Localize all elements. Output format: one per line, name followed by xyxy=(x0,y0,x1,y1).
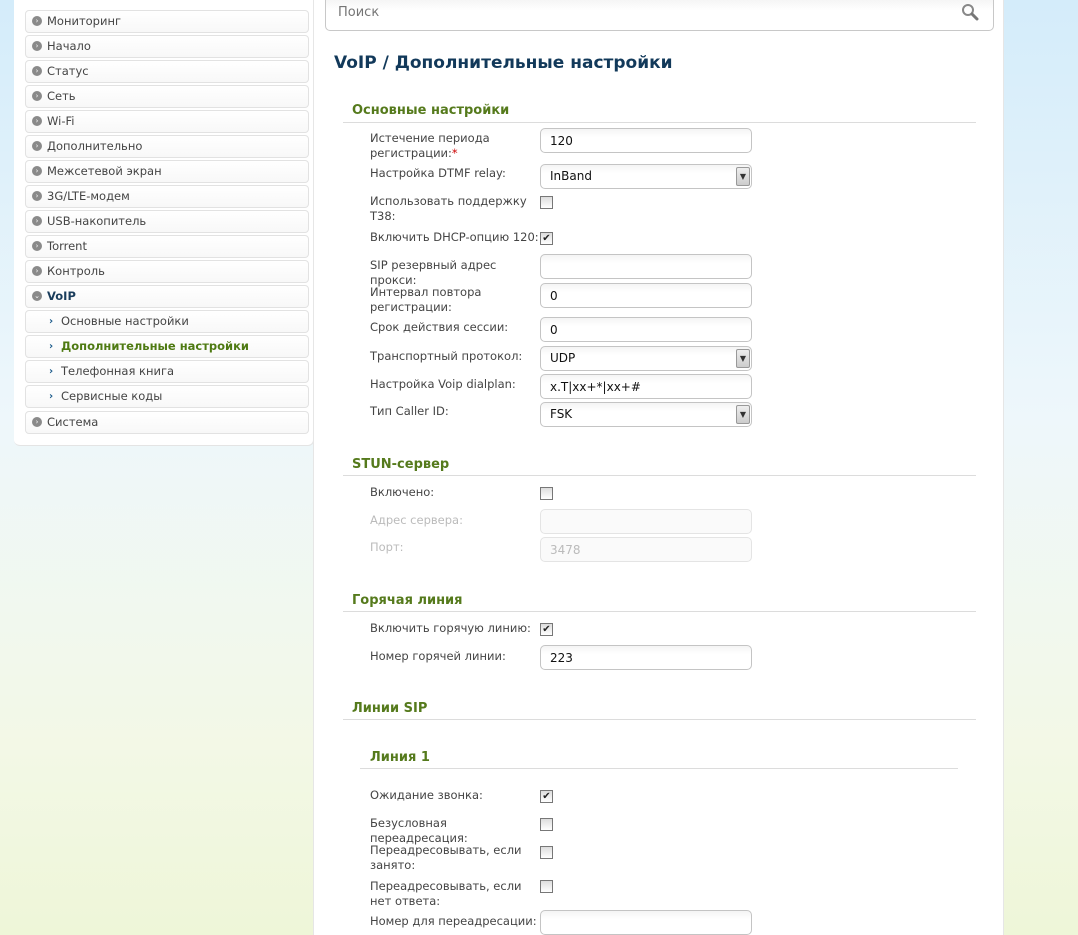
menu-item-control[interactable]: › Контроль xyxy=(25,260,309,283)
stun-address-input[interactable] xyxy=(540,509,752,534)
chevron-right-icon: › xyxy=(48,391,54,402)
chevron-right-icon: › xyxy=(32,417,42,427)
chevron-down-icon: ▼ xyxy=(736,349,750,368)
forward-busy-label: Переадресовывать, если занято: xyxy=(370,843,522,872)
divider xyxy=(360,768,958,769)
transport-label: Транспортный протокол: xyxy=(370,349,523,363)
menu-item-firewall[interactable]: › Межсетевой экран xyxy=(25,160,309,183)
chevron-right-icon: › xyxy=(32,166,42,176)
menu-item-voip[interactable]: ⌄ VoIP xyxy=(25,285,309,308)
search-box xyxy=(325,0,994,31)
chevron-right-icon: › xyxy=(32,241,42,251)
reg-expiry-input[interactable] xyxy=(540,128,752,153)
unconditional-forward-checkbox[interactable] xyxy=(540,818,553,831)
forward-noanswer-checkbox[interactable] xyxy=(540,880,553,893)
dialplan-input[interactable] xyxy=(540,374,752,399)
section-basic-heading: Основные настройки xyxy=(352,103,510,118)
dhcp120-checkbox[interactable]: ✔ xyxy=(540,232,553,245)
chevron-right-icon: › xyxy=(32,116,42,126)
stun-enabled-checkbox[interactable] xyxy=(540,487,553,500)
sip-proxy-label: SIP резервный адрес прокси: xyxy=(370,258,497,287)
reg-expiry-label: Истечение периода регистрации:* xyxy=(370,131,490,160)
chevron-right-icon: › xyxy=(32,66,42,76)
section-stun-heading: STUN-сервер xyxy=(352,457,450,472)
dhcp120-label: Включить DHCP-опцию 120: xyxy=(370,230,539,244)
section-hotline-heading: Горячая линия xyxy=(352,593,463,608)
menu-item-monitoring[interactable]: › Мониторинг xyxy=(25,10,309,33)
chevron-right-icon: › xyxy=(48,316,54,327)
search-icon[interactable] xyxy=(961,3,979,21)
hotline-number-input[interactable] xyxy=(540,645,752,670)
menu-item-modem[interactable]: › 3G/LTE-модем xyxy=(25,185,309,208)
dtmf-label: Настройка DTMF relay: xyxy=(370,166,506,180)
stun-address-label: Адрес сервера: xyxy=(370,513,463,527)
sidebar-menu: › Мониторинг › Начало › Статус › Сеть › Wi-Fi… xyxy=(14,0,314,446)
menu-item-usb[interactable]: › USB-накопитель xyxy=(25,210,309,233)
hotline-number-label: Номер горячей линии: xyxy=(370,649,506,663)
dialplan-label: Настройка Voip dialplan: xyxy=(370,377,516,391)
t38-label: Использовать поддержку T38: xyxy=(370,194,527,223)
section-sip-heading: Линии SIP xyxy=(352,701,428,716)
line1-heading: Линия 1 xyxy=(370,750,430,765)
menu-item-torrent[interactable]: › Torrent xyxy=(25,235,309,258)
session-label: Срок действия сессии: xyxy=(370,320,509,334)
t38-checkbox[interactable] xyxy=(540,196,553,209)
menu-item-advanced[interactable]: › Дополнительно xyxy=(25,135,309,158)
submenu-item-phonebook[interactable]: › Телефонная книга xyxy=(25,360,309,383)
chevron-right-icon: › xyxy=(48,366,54,377)
unconditional-forward-label: Безусловная переадресация: xyxy=(370,816,468,845)
menu-item-start[interactable]: › Начало xyxy=(25,35,309,58)
call-waiting-checkbox[interactable]: ✔ xyxy=(540,790,553,803)
chevron-right-icon: › xyxy=(32,91,42,101)
chevron-right-icon: › xyxy=(32,16,42,26)
transport-select[interactable]: UDP ▼ xyxy=(540,346,752,371)
divider xyxy=(343,122,976,123)
session-input[interactable] xyxy=(540,317,752,342)
chevron-down-icon: ▼ xyxy=(736,405,750,424)
menu-item-status[interactable]: › Статус xyxy=(25,60,309,83)
chevron-down-icon: ⌄ xyxy=(32,291,42,301)
menu-item-system[interactable]: › Система xyxy=(25,411,309,434)
callerid-select[interactable]: FSK ▼ xyxy=(540,402,752,427)
sip-proxy-input[interactable] xyxy=(540,254,752,279)
callerid-label: Тип Caller ID: xyxy=(370,404,449,418)
search-input[interactable] xyxy=(338,5,938,20)
retry-interval-input[interactable] xyxy=(540,283,752,308)
chevron-right-icon: › xyxy=(32,41,42,51)
retry-interval-label: Интервал повтора регистрации: xyxy=(370,285,482,314)
divider xyxy=(343,719,976,720)
chevron-right-icon: › xyxy=(32,216,42,226)
divider xyxy=(343,611,976,612)
hotline-enable-checkbox[interactable]: ✔ xyxy=(540,623,553,636)
forward-number-label: Номер для переадресации: xyxy=(370,914,537,928)
forward-noanswer-label: Переадресовывать, если нет ответа: xyxy=(370,879,522,908)
divider xyxy=(343,475,976,476)
stun-enabled-label: Включено: xyxy=(370,485,435,499)
call-waiting-label: Ожидание звонка: xyxy=(370,788,483,802)
page-title: VoIP / Дополнительные настройки xyxy=(334,53,673,73)
submenu-item-advanced[interactable]: › Дополнительные настройки xyxy=(25,335,309,358)
chevron-right-icon: › xyxy=(48,341,54,352)
submenu-item-service-codes[interactable]: › Сервисные коды xyxy=(25,385,309,408)
submenu-item-basic[interactable]: › Основные настройки xyxy=(25,310,309,333)
forward-number-input[interactable] xyxy=(540,910,752,935)
chevron-down-icon: ▼ xyxy=(736,167,750,186)
chevron-right-icon: › xyxy=(32,141,42,151)
menu-item-network[interactable]: › Сеть xyxy=(25,85,309,108)
stun-port-label: Порт: xyxy=(370,540,404,554)
chevron-right-icon: › xyxy=(32,191,42,201)
stun-port-input[interactable] xyxy=(540,537,752,562)
hotline-enable-label: Включить горячую линию: xyxy=(370,621,531,635)
menu-item-wifi[interactable]: › Wi-Fi xyxy=(25,110,309,133)
forward-busy-checkbox[interactable] xyxy=(540,846,553,859)
chevron-right-icon: › xyxy=(32,266,42,276)
dtmf-select[interactable]: InBand ▼ xyxy=(540,164,752,189)
